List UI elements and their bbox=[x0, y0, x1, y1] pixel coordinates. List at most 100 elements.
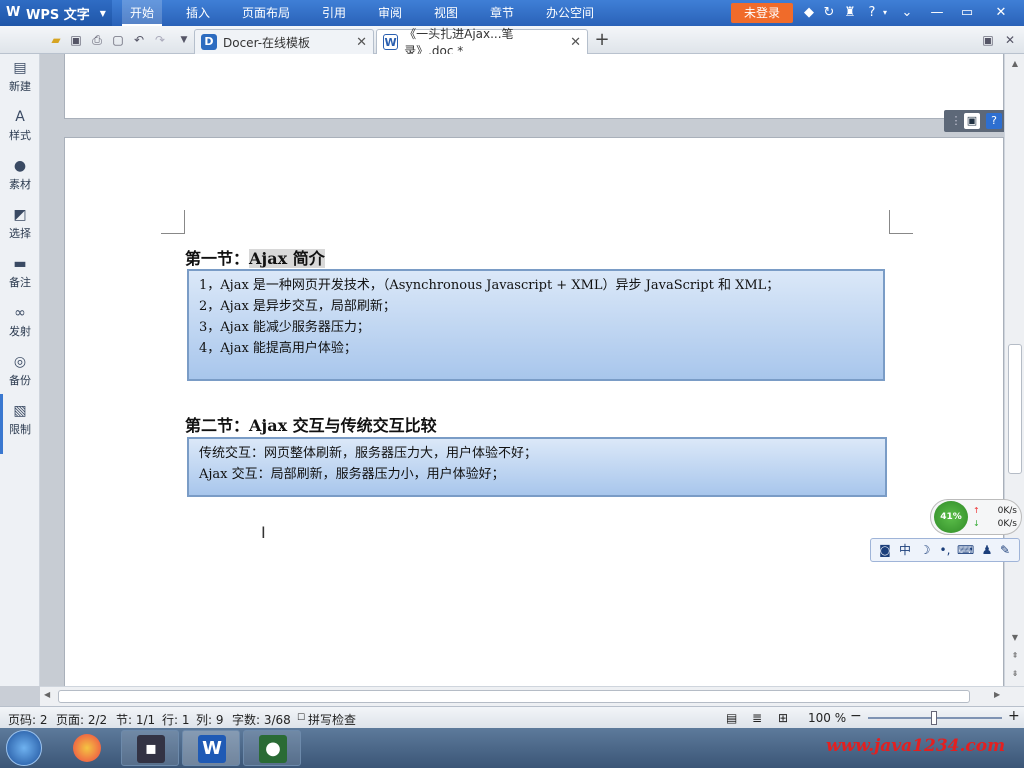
section1-line: 3，Ajax 能减少服务器压力； bbox=[199, 320, 370, 335]
tab-review[interactable]: 审阅 bbox=[378, 0, 402, 26]
prev-page-icon[interactable]: ⇞ bbox=[1005, 648, 1024, 664]
taskbar-app-terminal[interactable]: ▪ bbox=[121, 730, 179, 766]
close-doc-icon[interactable]: ✕ bbox=[1002, 32, 1018, 48]
close-tab-icon[interactable]: ✕ bbox=[562, 35, 581, 50]
zoom-out-icon[interactable]: − bbox=[850, 708, 862, 724]
customize-toolbar-icon[interactable]: ▼ bbox=[176, 32, 192, 48]
outline-view-icon[interactable]: ≣ bbox=[752, 711, 762, 725]
network-speed-widget[interactable]: 41% ↑ 0K/s ↓ 0K/s bbox=[930, 499, 1022, 535]
ime-logo-icon[interactable]: ◙ bbox=[877, 542, 893, 558]
tab-office-space[interactable]: 办公空间 bbox=[546, 0, 594, 26]
redo-icon[interactable]: ↷ bbox=[152, 32, 168, 48]
horizontal-scrollbar[interactable]: ◀ ▶ bbox=[40, 686, 1024, 706]
previous-page[interactable] bbox=[64, 54, 1004, 119]
sidebar-item-comment[interactable]: ▬ 备注 bbox=[0, 250, 40, 298]
tab-view[interactable]: 视图 bbox=[434, 0, 458, 26]
keyboard-icon[interactable]: ⌨ bbox=[957, 542, 974, 558]
windows-start-button[interactable] bbox=[6, 730, 42, 766]
restore-window-icon[interactable]: ▣ bbox=[980, 32, 996, 48]
tab-insert[interactable]: 插入 bbox=[186, 0, 210, 26]
scroll-left-icon[interactable]: ◀ bbox=[44, 690, 50, 699]
zoom-level[interactable]: 100 % bbox=[808, 711, 846, 725]
refresh-icon[interactable]: ↻ bbox=[820, 4, 838, 22]
sidebar-item-label: 备份 bbox=[9, 374, 31, 387]
help-icon[interactable]: ? bbox=[986, 113, 1002, 129]
spell-check-toggle[interactable]: 拼写检查 bbox=[308, 711, 356, 728]
taskbar-app-recorder[interactable]: ● bbox=[243, 730, 301, 766]
scroll-down-icon[interactable]: ▼ bbox=[1005, 630, 1024, 646]
document-area[interactable]: 第一节：Ajax 简介 1，Ajax 是一种网页开发技术，（Asynchrono… bbox=[40, 54, 1004, 686]
tab-home[interactable]: 开始 bbox=[122, 0, 162, 26]
left-sidebar: ▤ 新建 A 样式 ● 素材 ◩ 选择 ▬ 备注 ∞ 发射 ◎ 备份 ▧ 限制 bbox=[0, 54, 40, 686]
undo-icon[interactable]: ↶ bbox=[131, 32, 147, 48]
sidebar-item-style[interactable]: A 样式 bbox=[0, 103, 40, 151]
download-rate: ↓ 0K/s bbox=[973, 519, 1017, 529]
sidebar-item-select[interactable]: ◩ 选择 bbox=[0, 201, 40, 249]
zoom-slider[interactable] bbox=[868, 711, 1002, 725]
tab-references[interactable]: 引用 bbox=[322, 0, 346, 26]
vertical-scrollbar[interactable]: ▲ ▼ ⇞ ⇟ bbox=[1004, 54, 1024, 686]
page-view-icon[interactable]: ▤ bbox=[726, 711, 737, 725]
print-preview-icon[interactable]: ▢ bbox=[110, 32, 126, 48]
chinese-mode-toggle[interactable]: 中 bbox=[897, 542, 913, 558]
app-menu-button[interactable]: W WPS 文字 ▼ bbox=[0, 0, 112, 26]
shirt-icon[interactable]: ♜ bbox=[841, 4, 859, 22]
chevron-down-icon[interactable]: ▾ bbox=[876, 4, 894, 22]
diamond-icon[interactable]: ◆ bbox=[800, 4, 818, 22]
save-icon[interactable]: ▣ bbox=[68, 32, 84, 48]
sidebar-item-material[interactable]: ● 素材 bbox=[0, 152, 40, 200]
web-view-icon[interactable]: ⊞ bbox=[778, 711, 788, 725]
sidebar-item-label: 新建 bbox=[9, 80, 31, 93]
section2-heading[interactable]: 第二节：Ajax 交互与传统交互比较 bbox=[185, 412, 437, 436]
tab-page-layout[interactable]: 页面布局 bbox=[242, 0, 290, 26]
next-page-icon[interactable]: ⇟ bbox=[1005, 666, 1024, 682]
status-bar: 页码: 2 页面: 2/2 节: 1/1 行: 1 列: 9 字数: 3/68 … bbox=[0, 706, 1024, 728]
minimize-icon[interactable]: — bbox=[928, 4, 946, 22]
vertical-scroll-thumb[interactable] bbox=[1008, 344, 1022, 474]
sidebar-item-send[interactable]: ∞ 发射 bbox=[0, 299, 40, 347]
status-pages: 页面: 2/2 bbox=[56, 713, 108, 727]
sidebar-item-backup[interactable]: ◎ 备份 bbox=[0, 348, 40, 396]
sidebar-item-new[interactable]: ▤ 新建 bbox=[0, 54, 40, 102]
upload-arrow-icon: ↑ bbox=[973, 506, 980, 515]
scroll-right-icon[interactable]: ▶ bbox=[994, 690, 1000, 699]
taskbar-app-wps[interactable]: W bbox=[182, 730, 240, 766]
section1-heading[interactable]: 第一节：Ajax 简介 bbox=[185, 245, 325, 269]
settings-wrench-icon[interactable]: ✎ bbox=[997, 542, 1013, 558]
wps-logo-icon: W bbox=[6, 5, 21, 20]
material-icon: ● bbox=[13, 158, 27, 174]
checkbox-icon[interactable]: ☐ bbox=[297, 713, 305, 723]
horizontal-scroll-thumb[interactable] bbox=[58, 690, 970, 703]
maximize-icon[interactable]: ▭ bbox=[958, 4, 976, 22]
open-folder-icon[interactable]: ▰ bbox=[48, 32, 64, 48]
zoom-in-icon[interactable]: + bbox=[1008, 708, 1020, 724]
status-page-number[interactable]: 页码: 2 bbox=[8, 711, 48, 728]
current-page[interactable]: 第一节：Ajax 简介 1，Ajax 是一种网页开发技术，（Asynchrono… bbox=[64, 137, 1004, 686]
comment-icon: ▬ bbox=[13, 256, 27, 272]
new-tab-button[interactable]: + bbox=[592, 30, 612, 50]
taskbar-app-chrome[interactable] bbox=[58, 730, 116, 766]
image-icon[interactable]: ▣ bbox=[964, 113, 980, 129]
section1-line: 1，Ajax 是一种网页开发技术，（Asynchronous Javascrip… bbox=[199, 278, 780, 293]
section1-textbox[interactable]: 1，Ajax 是一种网页开发技术，（Asynchronous Javascrip… bbox=[187, 269, 885, 381]
color-ball-icon bbox=[73, 734, 101, 762]
grip-icon[interactable]: ⋮ bbox=[948, 113, 964, 129]
print-icon[interactable]: ⎙ bbox=[89, 32, 105, 48]
status-word-count[interactable]: 字数: 3/68 bbox=[232, 711, 291, 728]
section2-line: Ajax 交互：局部刷新，服务器压力小，用户体验好； bbox=[199, 467, 505, 482]
section2-textbox[interactable]: 传统交互：网页整体刷新，服务器压力大，用户体验不好； Ajax 交互：局部刷新，… bbox=[187, 437, 887, 497]
login-button[interactable]: 未登录 bbox=[731, 3, 793, 23]
collapse-ribbon-icon[interactable]: ⌄ bbox=[898, 4, 916, 22]
tab-docer-templates[interactable]: D Docer-在线模板 ✕ bbox=[194, 29, 374, 54]
half-width-icon[interactable]: ☽ bbox=[917, 542, 933, 558]
zoom-slider-handle[interactable] bbox=[931, 711, 937, 725]
scroll-up-icon[interactable]: ▲ bbox=[1005, 56, 1024, 72]
text-cursor-icon: I bbox=[261, 523, 266, 542]
tab-ajax-doc[interactable]: W 《一头扎进Ajax...笔录》.doc * ✕ bbox=[376, 27, 588, 58]
close-icon[interactable]: ✕ bbox=[992, 4, 1010, 22]
user-icon[interactable]: ♟ bbox=[979, 542, 995, 558]
tab-chapter[interactable]: 章节 bbox=[490, 0, 514, 26]
close-tab-icon[interactable]: ✕ bbox=[348, 35, 367, 50]
punctuation-icon[interactable]: •, bbox=[937, 542, 953, 558]
sidebar-item-restrict[interactable]: ▧ 限制 bbox=[0, 397, 40, 445]
